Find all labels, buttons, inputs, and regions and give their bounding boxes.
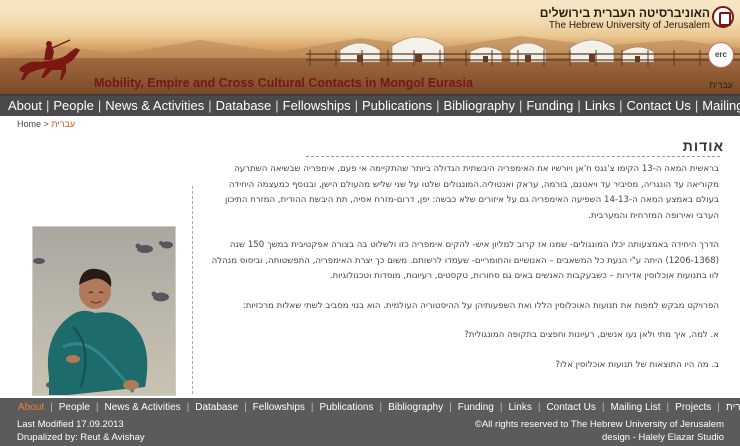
footer-nav-bibliography[interactable]: Bibliography [382, 402, 449, 413]
footer-nav-people[interactable]: People [53, 402, 96, 413]
design-credit[interactable]: design - Halely Elazar Studio [602, 432, 724, 443]
footer-nav-funding[interactable]: Funding [452, 402, 500, 413]
nav-bibliography[interactable]: Bibliography [439, 97, 519, 115]
footer-nav-publications[interactable]: Publications [314, 402, 380, 413]
header-banner: האוניברסיטה העברית בירושלים The Hebrew U… [0, 0, 740, 94]
footer-nav-hebrew[interactable]: עברית [720, 402, 740, 413]
university-name-english: The Hebrew University of Jerusalem [548, 20, 710, 31]
breadcrumb-separator: > [43, 119, 49, 129]
mongolian-boy-photo [32, 226, 176, 396]
paragraph-movement: הדרך היחידה באמצעותה יכלו המונגולים- שמנ… [211, 240, 719, 281]
drupalized-credit: Drupalized by: Reut & Avishay [17, 432, 145, 443]
nav-database[interactable]: Database [212, 97, 276, 115]
wooden-fence [306, 50, 740, 66]
footer-nav-news-activities[interactable]: News & Activities [99, 402, 187, 413]
paragraph-project: הפרויקט מבקש למפות את תנועות האוכלוסין ה… [242, 300, 719, 311]
nav-funding[interactable]: Funding [522, 97, 577, 115]
nav-links[interactable]: Links [581, 97, 619, 115]
article-body: בראשית המאה ה-13 הקימו צ'נגס ח'אן ויורשי… [205, 162, 719, 387]
paragraph-question-b: ב. מה היו התוצאות של תנועות אוכלוסין אלו… [555, 359, 719, 370]
footer-nav-links[interactable]: Links [502, 402, 537, 413]
breadcrumb-home[interactable]: Home [17, 119, 41, 129]
breadcrumb: Home > עברית [17, 119, 75, 129]
university-seal-icon[interactable] [712, 6, 734, 28]
footer-navigation: About | People | News & Activities | Databa… [0, 398, 740, 417]
page-title: אודות [682, 138, 724, 154]
footer-nav-contact-us[interactable]: Contact Us [540, 402, 601, 413]
footer-nav-database[interactable]: Database [189, 402, 244, 413]
site-title: Mobility, Empire and Cross Cultural Cont… [94, 76, 473, 90]
main-navigation: About | People | News & Activities | Databa… [0, 94, 740, 116]
nav-mailing-list[interactable]: Mailing List [698, 97, 740, 115]
university-name-hebrew: האוניברסיטה העברית בירושלים [539, 6, 710, 20]
footer-nav-about[interactable]: About [12, 402, 50, 413]
footer-nav-projects[interactable]: Projects [669, 402, 717, 413]
paragraph-question-a: א. למה, איך מתי ולאן נעו אנשים, רעיונות … [464, 330, 719, 340]
horse-rider-logo [19, 39, 80, 80]
footer-nav-mailing-list[interactable]: Mailing List [605, 402, 667, 413]
copyright-notice: ©All rights reserved to The Hebrew Unive… [474, 419, 724, 430]
language-switch-link[interactable]: עברית [709, 80, 733, 90]
site-footer: About | People | News & Activities | Databa… [0, 398, 740, 446]
footer-nav-fellowships[interactable]: Fellowships [247, 402, 311, 413]
erc-logo[interactable]: erc [708, 42, 734, 68]
university-name: האוניברסיטה העברית בירושלים The Hebrew U… [510, 6, 710, 31]
last-modified: Last Modified 17.09.2013 [17, 419, 124, 430]
title-divider [306, 156, 720, 157]
paragraph-intro: בראשית המאה ה-13 הקימו צ'נגס ח'אן ויורשי… [225, 164, 719, 221]
breadcrumb-current: עברית [51, 119, 76, 129]
nav-publications[interactable]: Publications [358, 97, 436, 115]
nav-about[interactable]: About [4, 97, 46, 115]
nav-news-activities[interactable]: News & Activities [101, 97, 208, 115]
nav-contact-us[interactable]: Contact Us [623, 97, 695, 115]
nav-fellowships[interactable]: Fellowships [279, 97, 355, 115]
nav-people[interactable]: People [49, 97, 97, 115]
column-divider [192, 186, 193, 394]
